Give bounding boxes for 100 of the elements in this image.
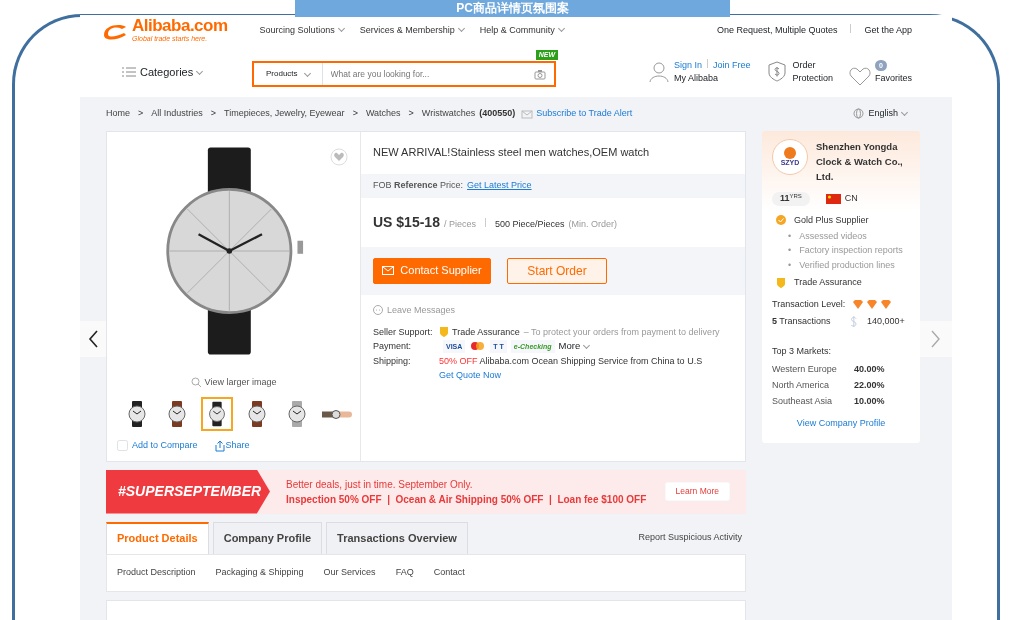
- my-alibaba-link[interactable]: My Alibaba: [673, 73, 718, 83]
- more-payments-dropdown[interactable]: More: [558, 339, 590, 354]
- field-label: Payment:: [373, 340, 413, 354]
- nav-menu-link[interactable]: Services & Membership: [359, 24, 464, 38]
- card-logo-icon: [469, 341, 487, 352]
- breadcrumb-separator: >: [138, 107, 144, 120]
- view-company-profile-link[interactable]: View Company Profile: [772, 417, 910, 431]
- field-label: Seller Support:: [373, 325, 434, 339]
- share-link[interactable]: Share: [213, 439, 250, 453]
- market-region: North America: [772, 379, 831, 392]
- flag-icon: [825, 193, 841, 204]
- field-label: Shipping:: [373, 354, 412, 368]
- company-logo-mark-icon: [784, 147, 796, 159]
- company-name: Shenzhen Yongda Clock & Watch Co., Ltd.: [816, 139, 904, 184]
- chevron-left-icon: [87, 328, 99, 349]
- categories-menu[interactable]: Categories: [140, 63, 203, 81]
- view-larger-link[interactable]: View larger image: [204, 375, 277, 389]
- subscribe-link[interactable]: Subscribe to Trade Alert: [536, 107, 633, 121]
- years-badge: 11$^{YRS}$: [772, 192, 810, 206]
- user-icon: [647, 61, 670, 83]
- search-field[interactable]: Products What are you looking for...: [252, 61, 556, 87]
- diamond-icon: [881, 300, 892, 309]
- min-order-note: (Min. Order): [568, 217, 617, 231]
- bullet: •: [788, 258, 792, 272]
- section-link[interactable]: Packaging & Shipping: [215, 565, 304, 580]
- tab[interactable]: Transactions Overview: [326, 521, 468, 554]
- get-latest-price-link[interactable]: Get Latest Price: [467, 179, 532, 193]
- market-region: Western Europe: [772, 363, 838, 377]
- supplier-tier-label: Gold Plus Supplier: [794, 213, 869, 227]
- promo-offers: Inspection 50% OFF | Ocean & Air Shipping 50% OFF | Loan fee $100 OFF: [286, 492, 648, 507]
- language-dropdown[interactable]: English: [868, 107, 907, 121]
- chevron-right-icon: [930, 328, 942, 349]
- breadcrumb-link[interactable]: Timepieces, Jewelry, Eyewear: [224, 107, 345, 121]
- market-region: Southeast Asia: [772, 394, 834, 408]
- globe-icon: [853, 108, 865, 120]
- fob-label: FOB Reference Price:: [373, 179, 464, 192]
- supplier-feature: Verified production lines: [799, 258, 895, 272]
- tab[interactable]: Company Profile: [212, 521, 323, 554]
- market-share: 40.00%: [854, 363, 885, 377]
- breadcrumb-link[interactable]: Wristwatches: [421, 107, 476, 121]
- join-free-link[interactable]: Join Free: [712, 59, 751, 70]
- trade-assurance-label: Trade Assurance: [794, 276, 862, 290]
- camera-icon[interactable]: [534, 68, 546, 80]
- breadcrumb-count: (400550): [479, 107, 516, 120]
- slide-title: PC商品详情页氛围案: [295, 0, 730, 17]
- trade-assurance-label: Trade Assurance: [452, 325, 520, 339]
- shield-dollar-icon: [766, 61, 789, 83]
- mail-icon: [521, 107, 534, 120]
- price: US $15-18: [373, 212, 440, 232]
- envelope-icon: [382, 266, 395, 275]
- top-link[interactable]: Get the App: [864, 24, 912, 38]
- bullet: •: [788, 244, 792, 258]
- transactions-count: 5 Transactions: [772, 315, 832, 329]
- thumbnail[interactable]: [201, 397, 233, 431]
- sign-in-link[interactable]: Sign In: [673, 59, 702, 70]
- zoom-icon: [190, 377, 201, 388]
- market-share: 22.00%: [854, 379, 885, 392]
- breadcrumb-separator: >: [352, 107, 358, 120]
- supplier-feature: Assessed videos: [799, 230, 867, 244]
- bullet: •: [788, 230, 792, 244]
- supplier-badge-icon: [776, 215, 786, 226]
- breadcrumb-separator: >: [408, 107, 414, 120]
- top-link[interactable]: One Request, Multiple Quotes: [716, 24, 838, 38]
- market-share: 10.00%: [854, 394, 885, 408]
- learn-more-button[interactable]: Learn More: [664, 482, 730, 501]
- menu-icon: [122, 66, 136, 78]
- product-title: NEW ARRIVAL!Stainless steel men watches,OEM watch: [372, 144, 651, 160]
- add-to-compare-link[interactable]: Add to Compare: [132, 439, 198, 453]
- breadcrumb-link[interactable]: Home: [106, 107, 130, 121]
- search-scope-dropdown[interactable]: Products: [254, 63, 323, 85]
- shipping-offer-text: 50% OFF Alibaba.com Ocean Shipping Service from China to U.S: [439, 354, 703, 368]
- order-protection-link[interactable]: Order Protection: [792, 58, 833, 86]
- section-link[interactable]: Product Description: [117, 565, 196, 580]
- section-link[interactable]: FAQ: [395, 565, 414, 580]
- report-link[interactable]: Report Suspicious Activity: [638, 530, 742, 545]
- heart-icon: [849, 65, 871, 86]
- breadcrumb-link[interactable]: Watches: [365, 107, 401, 121]
- section-link[interactable]: Contact: [433, 565, 465, 580]
- wrist-photo-icon: [322, 409, 352, 419]
- diamond-icon: [867, 300, 878, 309]
- markets-title: Top 3 Markets:: [772, 344, 833, 358]
- shield-icon: [439, 326, 449, 339]
- supplier-feature: Factory inspection reports: [799, 244, 903, 258]
- get-quote-link[interactable]: Get Quote Now: [439, 370, 502, 381]
- share-icon: [213, 439, 226, 452]
- favorites-link[interactable]: Favorites: [875, 72, 912, 86]
- promo-tag: #SUPERSEPTEMBER: [106, 469, 270, 514]
- nav-menu-link[interactable]: Help & Community: [479, 24, 564, 38]
- previous-arrow-button[interactable]: [80, 320, 106, 357]
- nav-menu-link[interactable]: Sourcing Solutions: [259, 24, 344, 38]
- price-unit: / Pieces: [443, 217, 476, 231]
- breadcrumb-link[interactable]: All Industries: [151, 107, 203, 121]
- chat-bubble-icon: [373, 304, 383, 315]
- section-link[interactable]: Our Services: [323, 565, 376, 580]
- diamond-icon: [853, 300, 864, 309]
- country-code: CN: [844, 192, 858, 206]
- shield-icon: [776, 277, 786, 289]
- logo-wordmark: Alibaba.com: [132, 17, 228, 35]
- compare-checkbox[interactable]: [117, 440, 128, 452]
- transaction-volume: 140,000+: [867, 315, 905, 329]
